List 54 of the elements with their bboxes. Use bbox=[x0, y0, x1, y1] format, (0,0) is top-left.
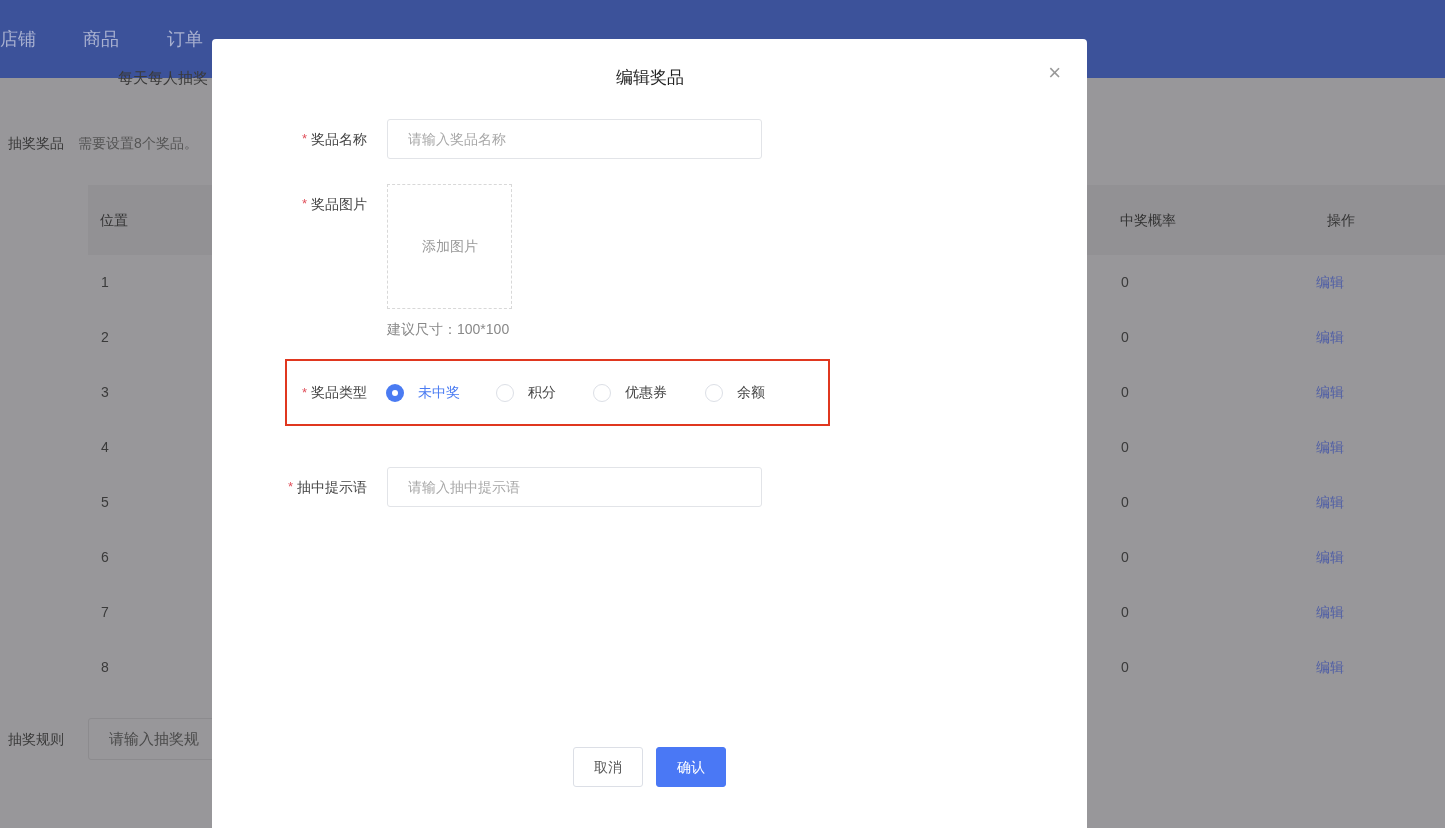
prizes-hint: 需要设置8个奖品。 bbox=[78, 134, 198, 153]
close-button[interactable]: × bbox=[1048, 61, 1061, 85]
table-cell-text: 0 bbox=[1120, 329, 1129, 345]
nav-item[interactable]: 订单 bbox=[167, 26, 203, 52]
table-cell-text: 8 bbox=[100, 659, 109, 675]
table-cell-text: 0 bbox=[1120, 494, 1129, 510]
required-mark: * bbox=[301, 383, 307, 402]
nav-item[interactable]: 店铺 bbox=[0, 26, 36, 52]
table-cell-text: 0 bbox=[1120, 384, 1129, 400]
edit-link[interactable]: 编辑 bbox=[1315, 439, 1344, 455]
edit-link[interactable]: 编辑 bbox=[1315, 604, 1344, 620]
table-cell-text: 7 bbox=[100, 604, 109, 620]
daily-limit-label: 每天每人抽奖 bbox=[118, 68, 208, 88]
cancel-button[interactable]: 取消 bbox=[573, 747, 643, 787]
dialog-title: 编辑奖品 bbox=[615, 67, 684, 90]
prize-tip-field[interactable]: 请输入抽中提示语 bbox=[387, 467, 762, 507]
confirm-button[interactable]: 确认 bbox=[656, 747, 726, 787]
table-cell-text: 3 bbox=[100, 384, 109, 400]
prizes-label: 抽奖奖品 bbox=[7, 134, 64, 153]
field-label: 奖品图片 bbox=[311, 195, 367, 214]
edit-link[interactable]: 编辑 bbox=[1315, 274, 1344, 290]
column-header: 中奖概率 bbox=[1119, 212, 1176, 228]
table-cell-text: 0 bbox=[1120, 604, 1129, 620]
table-cell-text: 5 bbox=[100, 494, 109, 510]
image-size-hint: 建议尺寸：100*100 bbox=[387, 320, 511, 339]
field-label: 抽中提示语 bbox=[297, 477, 367, 497]
edit-link[interactable]: 编辑 bbox=[1315, 549, 1344, 565]
radio-option[interactable]: 余额 bbox=[705, 382, 785, 403]
column-header: 操作 bbox=[1326, 212, 1355, 228]
nav-item[interactable]: 商品 bbox=[83, 26, 119, 52]
add-image-button[interactable]: 添加图片 bbox=[387, 184, 512, 309]
table-cell-text: 0 bbox=[1120, 439, 1129, 455]
table-cell-text: 6 bbox=[100, 549, 109, 565]
column-header: 位置 bbox=[99, 212, 128, 228]
required-mark: * bbox=[301, 195, 307, 213]
radio-option[interactable]: 未中奖 bbox=[386, 382, 496, 403]
edit-link[interactable]: 编辑 bbox=[1315, 659, 1344, 675]
edit-link[interactable]: 编辑 bbox=[1315, 494, 1344, 510]
edit-link[interactable]: 编辑 bbox=[1315, 384, 1344, 400]
rules-label: 抽奖规则 bbox=[7, 729, 65, 749]
table-cell-text: 0 bbox=[1120, 659, 1129, 675]
table-cell-text: 4 bbox=[100, 439, 109, 455]
required-mark: * bbox=[301, 130, 307, 149]
table-cell-text: 0 bbox=[1120, 274, 1129, 290]
edit-link[interactable]: 编辑 bbox=[1315, 329, 1344, 345]
table-cell-text: 1 bbox=[100, 274, 109, 290]
prize-name-field[interactable]: 请输入奖品名称 bbox=[387, 119, 762, 159]
radio-option[interactable]: 优惠券 bbox=[593, 382, 705, 403]
field-label: 奖品类型 bbox=[311, 383, 367, 402]
field-label: 奖品名称 bbox=[311, 129, 367, 149]
radio-option[interactable]: 积分 bbox=[496, 382, 593, 403]
table-cell-text: 0 bbox=[1120, 549, 1129, 565]
required-mark: * bbox=[287, 478, 293, 497]
table-cell-text: 2 bbox=[100, 329, 109, 345]
